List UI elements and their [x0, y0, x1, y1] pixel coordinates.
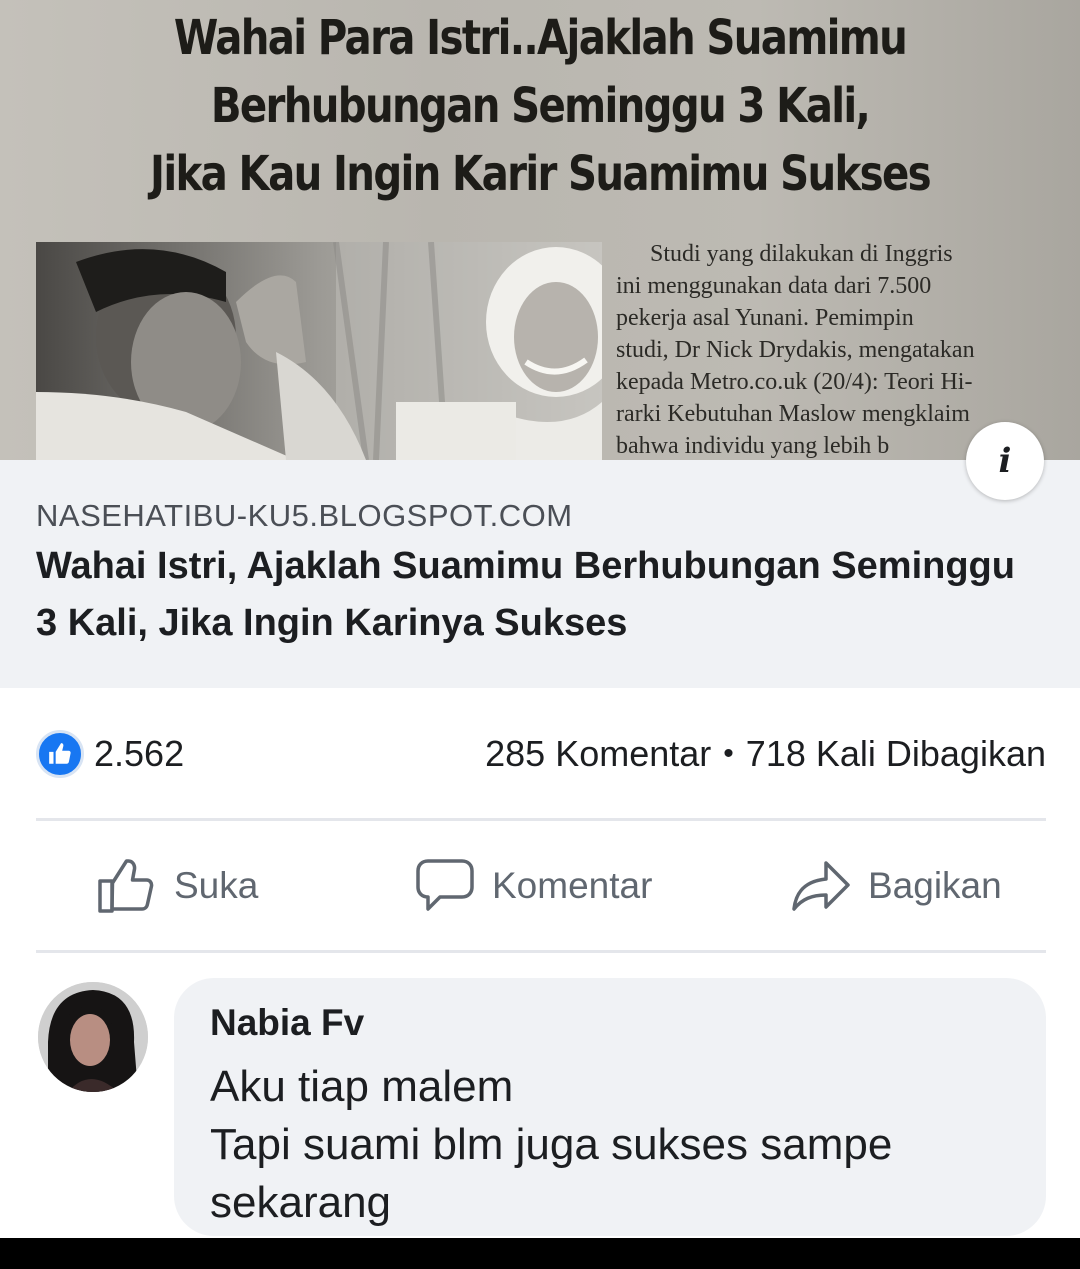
action-bar: Suka Komentar Bagikan [36, 832, 1046, 940]
share-button[interactable]: Bagikan [790, 832, 1002, 940]
reaction-count: 2.562 [94, 733, 185, 774]
article-line: rarki Kebutuhan Maslow mengklaim [616, 401, 970, 427]
engagement-counts: 285 Komentar • 718 Kali Dibagikan [485, 733, 1046, 775]
article-line: Studi yang dilakukan di Inggris [650, 241, 953, 267]
comment-button[interactable]: Komentar [414, 832, 652, 940]
avatar[interactable] [38, 982, 148, 1092]
newspaper-photo [36, 242, 602, 460]
post-stats: 2.562 285 Komentar • 718 Kali Dibagikan [36, 728, 1046, 780]
newspaper-article-text: Studi yang dilakukan di Inggris ini meng… [616, 238, 1036, 460]
comment-text: Aku tiap malem Tapi suami blm juga sukse… [210, 1062, 893, 1227]
divider [36, 950, 1046, 953]
article-line: kepada Metro.co.uk (20/4): Teori Hi- [616, 369, 973, 395]
speech-bubble-icon [416, 859, 474, 911]
screen-bottom-edge [0, 1238, 1080, 1269]
comment-bubble[interactable]: Nabia Fv Aku tiap malem Tapi suami blm j… [174, 978, 1046, 1236]
article-line: ini menggunakan data dari 7.500 [616, 273, 932, 299]
thumbs-up-outline-icon [98, 859, 154, 913]
article-line: pekerja asal Yunani. Pemimpin [616, 305, 914, 331]
divider [36, 818, 1046, 821]
thumbs-up-icon [36, 730, 84, 778]
like-button[interactable]: Suka [96, 832, 258, 940]
comment-count[interactable]: 285 Komentar [485, 733, 711, 775]
like-label: Suka [174, 865, 259, 906]
separator-dot: • [723, 737, 734, 770]
link-preview-image[interactable]: Wahai Para Istri..Ajaklah Suamimu Berhub… [0, 0, 1080, 460]
reactions-summary[interactable]: 2.562 [36, 730, 184, 778]
link-meta[interactable]: NASEHATIBU-KU5.BLOGSPOT.COM Wahai Istri,… [0, 460, 1080, 688]
share-count[interactable]: 718 Kali Dibagikan [746, 733, 1046, 775]
link-title: Wahai Istri, Ajaklah Suamimu Berhubungan… [36, 545, 1015, 644]
facebook-post: Wahai Para Istri..Ajaklah Suamimu Berhub… [0, 0, 1080, 1238]
info-icon-glyph: i [998, 441, 1012, 481]
headline-line-1: Wahai Para Istri..Ajaklah Suamimu [173, 10, 908, 66]
share-arrow-icon [792, 861, 850, 911]
headline-line-2: Berhubungan Seminggu 3 Kali, [210, 78, 871, 134]
share-label: Bagikan [868, 865, 1002, 906]
newspaper-headline: Wahai Para Istri..Ajaklah Suamimu Berhub… [40, 0, 1040, 212]
commenter-name[interactable]: Nabia Fv [210, 1000, 1010, 1046]
info-icon[interactable]: i [966, 422, 1044, 500]
headline-line-3: Jika Kau Ingin Karir Suamimu Sukses [150, 146, 932, 202]
article-line: studi, Dr Nick Drydakis, mengatakan [616, 337, 975, 363]
link-domain: NASEHATIBU-KU5.BLOGSPOT.COM [36, 498, 573, 533]
comment-label: Komentar [492, 865, 653, 906]
